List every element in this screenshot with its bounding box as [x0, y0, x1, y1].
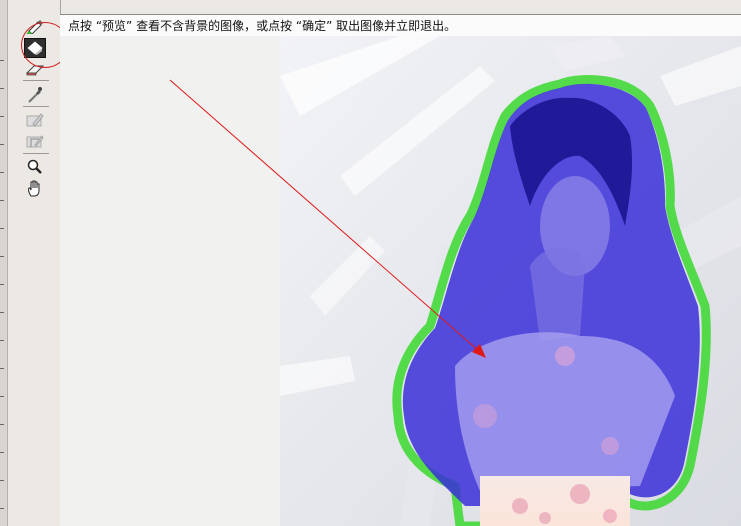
- preview-image[interactable]: [280, 36, 741, 526]
- cleanup-tool-icon[interactable]: [24, 110, 46, 130]
- eyedropper-icon[interactable]: [24, 85, 46, 105]
- hand-icon[interactable]: [24, 178, 46, 198]
- edge-touchup-tool-icon[interactable]: [24, 131, 46, 151]
- instruction-bar: 点按 “预览” 查看不含背景的图像，或点按 “确定” 取出图像并立即退出。: [60, 14, 741, 37]
- left-ruler: [0, 0, 8, 526]
- zoom-icon[interactable]: [24, 157, 46, 177]
- instruction-text: 点按 “预览” 查看不含背景的图像，或点按 “确定” 取出图像并立即退出。: [68, 19, 457, 33]
- extract-toolbox: [8, 0, 69, 526]
